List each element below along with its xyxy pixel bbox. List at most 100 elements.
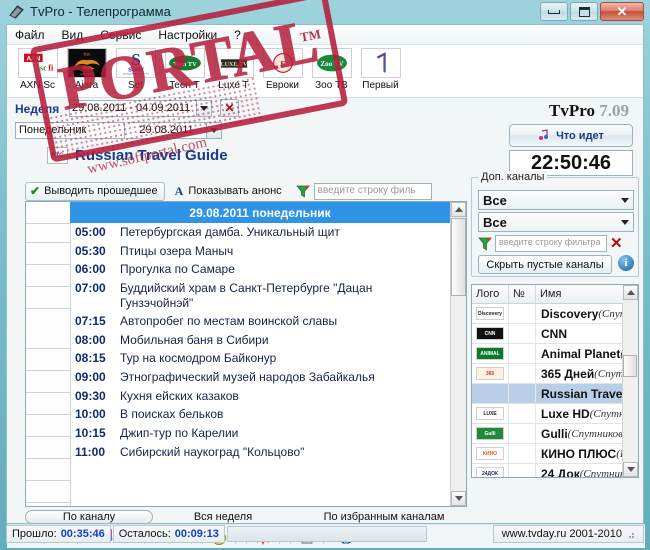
channel-row[interactable]: 24ДОК 24 Док (Спутник [472, 464, 638, 477]
channel-group-combo-1[interactable]: Все [478, 190, 634, 210]
program-row[interactable]: 10:15 Джип-тур по Карелии [70, 424, 450, 443]
funnel-icon[interactable] [295, 184, 310, 198]
channel-button-set[interactable]: S SONY ENTERTAINMENT TV Set [111, 48, 160, 91]
maximize-button[interactable] [570, 2, 598, 21]
menu-item-view[interactable]: Вид [62, 28, 84, 42]
date-dropdown-button[interactable] [207, 122, 222, 139]
channel-button-luxetv[interactable]: LUXE.TV Luxe T [209, 48, 258, 91]
menu-item-help[interactable]: ? [234, 28, 241, 42]
channel-button-label: Евроки [265, 80, 300, 91]
program-row[interactable]: 05:30 Птицы озера Маныч [70, 242, 450, 261]
channel-button-axn[interactable]: AXN sc fi AXN Sc [13, 48, 62, 91]
program-row[interactable]: 05:00 Петербургская дамба. Уникальный щит [70, 223, 450, 242]
program-scrollbar[interactable] [450, 202, 466, 506]
week-dropdown-button[interactable] [197, 100, 212, 117]
show-past-toggle[interactable]: ✔ Выводить прошедшее [25, 181, 165, 201]
grid-row-line [26, 480, 70, 481]
program-filter-group: введите строку филь [295, 182, 432, 200]
scroll-thumb[interactable] [451, 218, 466, 296]
channel-filter-input[interactable]: введите строку фильтра [495, 234, 607, 252]
channel-name: КИНО ПЛЮС [541, 446, 617, 461]
channel-button-zootv[interactable]: Zoo TV Зоо ТВ [307, 48, 356, 91]
svg-text:ENTERTAINMENT TV: ENTERTAINMENT TV [123, 72, 149, 76]
tab-whole-week[interactable]: Вся неделя [153, 511, 293, 523]
column-header-number: № [509, 285, 536, 303]
channel-row[interactable]: КИНОКИНО ПЛЮС (Н [472, 444, 638, 464]
program-row[interactable]: 07:15 Автопробег по местам воинской славы [70, 312, 450, 331]
column-header-logo: Лого [472, 285, 509, 303]
channel-group-combo-2[interactable]: Все [478, 212, 634, 232]
current-channel-header: RTG Russian Travel Guide [47, 147, 228, 164]
channel-number-cell [509, 384, 536, 403]
announce-icon: A [174, 183, 184, 198]
clear-filter-icon[interactable]: ✕ [610, 236, 623, 251]
sony-set-logo: S SONY ENTERTAINMENT TV [115, 48, 156, 78]
program-row[interactable]: 07:00 Буддийский храм в Санкт-Петербурге … [70, 279, 450, 312]
tab-by-channel[interactable]: По каналу [25, 509, 153, 524]
channel-quick-toolbar: AXN sc fi AXN Sc ᲨᲞᲡ AJARA TV Ajara S SO… [7, 45, 643, 98]
channel-button-evroki[interactable]: Е Евроки [258, 48, 307, 91]
channel-number-cell [509, 344, 536, 363]
day-date-input[interactable]: 29.08.2011 [127, 122, 207, 139]
channel-button-perviy[interactable]: Первый [356, 48, 405, 91]
program-time: 07:00 [75, 280, 106, 295]
show-announce-toggle[interactable]: A Показывать анонс [175, 184, 282, 199]
week-range-input[interactable]: 29.08.2011 - 04.09.2011 [69, 100, 197, 117]
week-clear-button[interactable]: ✕ [220, 99, 239, 117]
channel-row[interactable]: LUXE Luxe HD (Спутник [472, 404, 638, 424]
program-row[interactable]: 09:30 Кухня ейских казаков [70, 387, 450, 406]
animal-planet-logo: ANIMAL [476, 347, 504, 360]
window-controls: ✕ [540, 2, 644, 21]
tab-favorite-channels[interactable]: По избранным каналам [293, 511, 475, 523]
channel-row[interactable]: 365 365 Дней (Спутн [472, 364, 638, 384]
scroll-down-button[interactable] [623, 462, 638, 477]
remaining-value: 00:09:13 [174, 528, 219, 540]
luxehd-logo: LUXE [476, 407, 504, 420]
cnn-logo: CNN [476, 327, 504, 340]
status-bar: Прошло: 00:35:46 Осталось: 00:09:13 www.… [6, 524, 644, 544]
channel-button-label: AXN Sc [19, 80, 55, 91]
options-bar: ✔ Выводить прошедшее A Показывать анонс … [25, 180, 467, 202]
chevron-down-icon [200, 106, 208, 111]
channel-button-label: Set [127, 80, 143, 91]
program-row[interactable]: 10:00 В поисках бельков [70, 405, 450, 424]
scroll-up-button[interactable] [451, 202, 466, 217]
menu-item-file[interactable]: Файл [15, 28, 45, 42]
grid-row-line [26, 348, 70, 349]
channel-number-cell [509, 324, 536, 343]
program-row[interactable]: 06:00 Прогулка по Самаре [70, 260, 450, 279]
menu-item-service[interactable]: Сервис [100, 28, 141, 42]
program-row[interactable]: 11:00 Сибирский наукоград "Кольцово" [70, 443, 450, 462]
whats-on-button[interactable]: Что идет [509, 124, 633, 147]
program-row[interactable]: 08:15 Тур на космодром Байконур [70, 349, 450, 368]
channel-row[interactable]: ANIMALAnimal Planet (С [472, 344, 638, 364]
scroll-up-button[interactable] [623, 285, 638, 300]
channel-button-ajara[interactable]: ᲨᲞᲡ AJARA TV Ajara [62, 48, 111, 91]
channel-row[interactable]: Discovery Discovery (Спутн [472, 304, 638, 324]
channel-row[interactable]: Gulli Gulli (Спутниковы [472, 424, 638, 444]
channel-logo-cell: ANIMAL [472, 344, 509, 363]
hide-empty-channels-button[interactable]: Скрыть пустые каналы [478, 255, 612, 274]
channel-row[interactable]: CNN CNN [472, 324, 638, 344]
menu-item-settings[interactable]: Настройки [158, 28, 217, 42]
grid-column-flag [44, 202, 71, 506]
current-channel-name: Russian Travel Guide [75, 147, 228, 164]
scroll-down-button[interactable] [451, 491, 466, 506]
brand-name: TvPro [549, 101, 595, 120]
channel-row[interactable]: Russian Travel [472, 384, 638, 404]
channel-button-label: Ajara [74, 80, 99, 91]
channel-button-teentv[interactable]: Teen TV Teen T [160, 48, 209, 91]
minimize-button[interactable] [540, 2, 568, 21]
info-icon[interactable]: i [618, 255, 634, 271]
channel-scrollbar[interactable] [622, 285, 638, 477]
program-row[interactable]: 09:00 Этнографический музей народов Забай… [70, 368, 450, 387]
chevron-down-icon [621, 219, 629, 225]
day-name-input[interactable]: Понедельник [15, 122, 125, 139]
group-title: Доп. каналы [478, 171, 548, 183]
scroll-thumb[interactable] [623, 355, 637, 377]
resize-grip-icon[interactable] [625, 529, 635, 539]
program-filter-input[interactable]: введите строку филь [313, 182, 432, 200]
funnel-icon[interactable] [478, 236, 492, 251]
program-row[interactable]: 08:00 Мобильная баня в Сибири [70, 331, 450, 350]
close-button[interactable]: ✕ [600, 2, 644, 21]
